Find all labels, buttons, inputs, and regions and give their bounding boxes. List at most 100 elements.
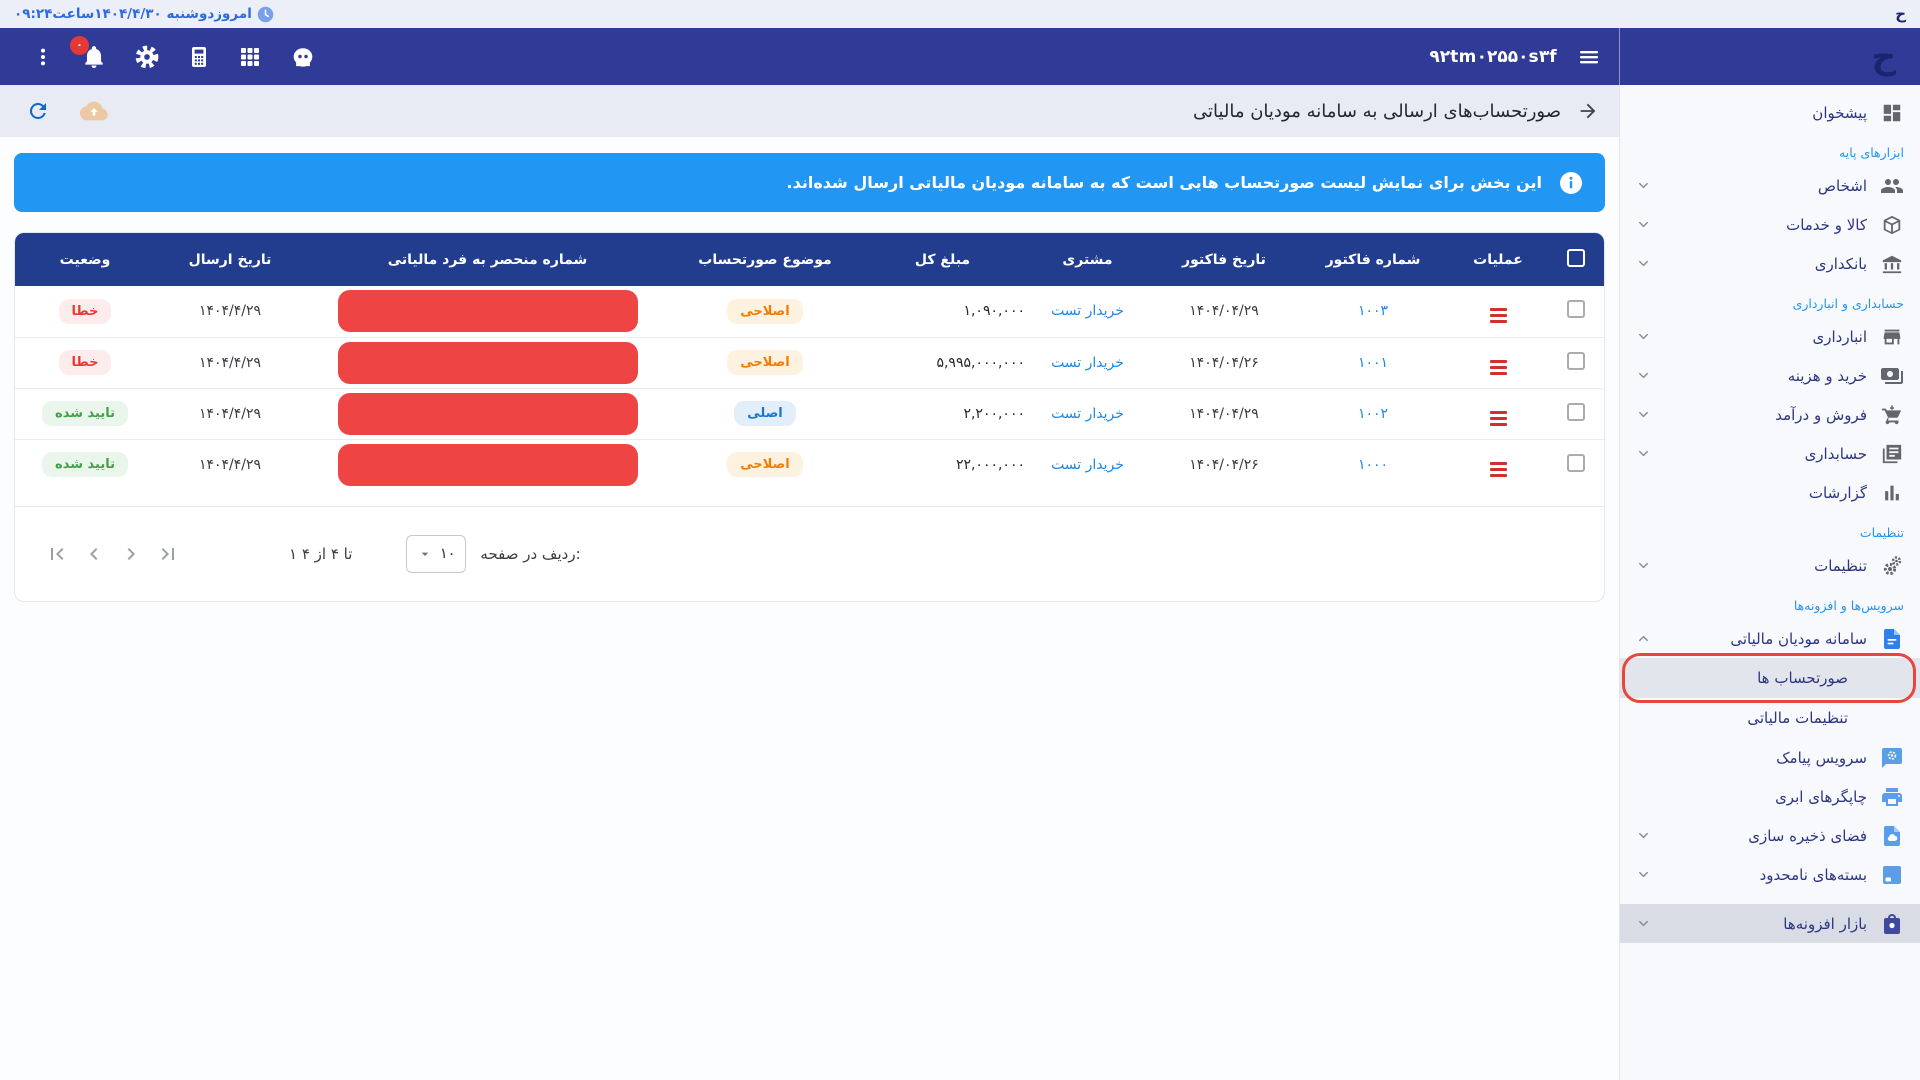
row-checkbox[interactable] xyxy=(1567,403,1585,421)
customer-link[interactable]: خریدار تست xyxy=(1051,406,1124,422)
column-header: مشتری xyxy=(1025,233,1150,286)
notification-badge: ۰ xyxy=(70,36,89,55)
customer-link[interactable]: خریدار تست xyxy=(1051,457,1124,473)
sidebar-item[interactable]: چاپگرهای ابری xyxy=(1620,777,1920,816)
sidebar-item[interactable]: بانکداری xyxy=(1620,244,1920,283)
invoice-number-cell: ۱۰۰۲ xyxy=(1298,388,1448,439)
column-header: موضوع صورتحساب xyxy=(670,233,860,286)
select-all-checkbox[interactable] xyxy=(1567,249,1585,267)
column-header: شماره منحصر به فرد مالیاتی xyxy=(305,233,670,286)
sidebar-section-label: سرویس‌ها و افزونه‌ها xyxy=(1620,585,1920,619)
customer-link[interactable]: خریدار تست xyxy=(1051,303,1124,319)
sidebar-item[interactable]: سامانه مودیان مالیاتی xyxy=(1620,619,1920,658)
addon-market-icon xyxy=(1880,912,1904,936)
row-actions-icon[interactable] xyxy=(1490,411,1507,426)
row-checkbox[interactable] xyxy=(1567,454,1585,472)
invoice-number-link[interactable]: ۱۰۰۲ xyxy=(1358,406,1388,422)
chevron-down-icon xyxy=(1636,558,1651,573)
menu-toggle-icon[interactable] xyxy=(1577,45,1601,69)
sidebar-item[interactable]: بازار افزونه‌ها xyxy=(1620,904,1920,943)
row-operations-cell xyxy=(1448,337,1548,388)
row-operations-cell xyxy=(1448,286,1548,337)
package-icon xyxy=(1880,213,1904,237)
settings-gear-icon[interactable] xyxy=(134,44,160,70)
row-checkbox[interactable] xyxy=(1567,352,1585,370)
tax-uid-cell xyxy=(305,388,670,439)
sidebar-item[interactable]: بسته‌های نامحدود xyxy=(1620,855,1920,894)
page-header-actions xyxy=(20,97,108,125)
info-banner: این بخش برای نمایش لیست صورتحساب هایی اس… xyxy=(14,153,1605,212)
table-body: ۱۰۰۳ ۱۴۰۴/۰۴/۲۹ خریدار تست ۱,۰۹۰,۰۰۰ اصلاحی ۱… xyxy=(15,286,1604,490)
next-page-icon[interactable] xyxy=(119,542,143,566)
bank-icon xyxy=(1880,252,1904,276)
invoice-number-cell: ۱۰۰۳ xyxy=(1298,286,1448,337)
row-actions-icon[interactable] xyxy=(1490,462,1507,477)
cloud-upload-icon[interactable] xyxy=(80,97,108,125)
settings-gears-icon xyxy=(1880,554,1904,578)
first-page-icon[interactable] xyxy=(45,542,69,566)
chevron-down-icon xyxy=(1636,446,1651,461)
status-cell: تایید شده xyxy=(15,439,155,490)
row-checkbox[interactable] xyxy=(1567,300,1585,318)
table-header-row: عملیاتشماره فاکتورتاریخ فاکتورمشتریمبلغ … xyxy=(15,233,1604,286)
sidebar-item[interactable]: خرید و هزینه xyxy=(1620,356,1920,395)
sidebar: پیشخوانابزارهای پایهاشخاصکالا و خدماتبان… xyxy=(1619,85,1920,1080)
prev-page-icon[interactable] xyxy=(82,542,106,566)
total-amount-cell: ۵,۹۹۵,۰۰۰,۰۰۰ xyxy=(860,337,1025,388)
expense-icon xyxy=(1880,364,1904,388)
apps-grid-icon[interactable] xyxy=(238,45,262,69)
customer-link[interactable]: خریدار تست xyxy=(1051,355,1124,371)
chevron-down-icon xyxy=(1636,407,1651,422)
row-select-cell xyxy=(1548,388,1604,439)
subject-badge: اصلاحی xyxy=(727,452,802,477)
invoice-date-cell: ۱۴۰۴/۰۴/۲۹ xyxy=(1150,286,1298,337)
rows-per-page-select[interactable]: ۱۰ xyxy=(406,535,466,573)
refresh-icon[interactable] xyxy=(26,99,50,123)
subject-badge: اصلاحی xyxy=(727,299,802,324)
invoice-number-link[interactable]: ۱۰۰۳ xyxy=(1358,303,1388,319)
datetime-text: امروزدوشنبه ۱۴۰۴/۴/۳۰ساعت۰۹:۲۴ xyxy=(14,6,252,22)
content-area: این بخش برای نمایش لیست صورتحساب هایی اس… xyxy=(0,137,1619,1080)
sidebar-item[interactable]: فروش و درآمد xyxy=(1620,395,1920,434)
total-amount-cell: ۱,۰۹۰,۰۰۰ xyxy=(860,286,1025,337)
assistant-robot-icon[interactable] xyxy=(289,43,317,71)
sidebar-subitem[interactable]: تنظیمات مالیاتی xyxy=(1620,698,1920,738)
sidebar-item[interactable]: حسابداری xyxy=(1620,434,1920,473)
sms-icon xyxy=(1880,746,1904,770)
redacted-tax-uid-block xyxy=(338,290,638,332)
sidebar-item[interactable]: تنظیمات xyxy=(1620,546,1920,585)
sidebar-item[interactable]: فضای ذخیره سازی xyxy=(1620,816,1920,855)
pagination-range: ۱ تا ۴ از ۴ xyxy=(289,545,352,563)
sidebar-item[interactable]: پیشخوان xyxy=(1620,93,1920,132)
sidebar-item[interactable]: انبارداری xyxy=(1620,317,1920,356)
status-badge: خطا xyxy=(59,299,112,324)
page-title: صورتحساب‌های ارسالی به سامانه مودیان مال… xyxy=(1193,101,1561,122)
invoices-table: عملیاتشماره فاکتورتاریخ فاکتورمشتریمبلغ … xyxy=(15,233,1604,490)
sidebar-item[interactable]: کالا و خدمات xyxy=(1620,205,1920,244)
invoice-number-link[interactable]: ۱۰۰۰ xyxy=(1358,457,1388,473)
row-actions-icon[interactable] xyxy=(1490,308,1507,323)
sidebar-item-label: سرویس پیامک xyxy=(1776,749,1867,767)
last-page-icon[interactable] xyxy=(156,542,180,566)
sidebar-subitem-label: تنظیمات مالیاتی xyxy=(1747,709,1848,727)
info-icon xyxy=(1559,171,1583,195)
invoices-card: عملیاتشماره فاکتورتاریخ فاکتورمشتریمبلغ … xyxy=(14,232,1605,602)
sidebar-item[interactable]: اشخاص xyxy=(1620,166,1920,205)
status-cell: خطا xyxy=(15,286,155,337)
kebab-menu-icon[interactable] xyxy=(32,46,54,68)
sidebar-subitem[interactable]: صورتحساب ها xyxy=(1620,658,1920,698)
back-arrow-icon[interactable] xyxy=(1577,100,1599,122)
send-date-cell: ۱۴۰۴/۴/۲۹ xyxy=(155,388,305,439)
chevron-down-icon xyxy=(1636,916,1651,931)
chevron-down-icon xyxy=(1636,867,1651,882)
sidebar-item-label: سامانه مودیان مالیاتی xyxy=(1730,630,1867,648)
sidebar-item[interactable]: سرویس پیامک xyxy=(1620,738,1920,777)
invoice-date-cell: ۱۴۰۴/۰۴/۲۹ xyxy=(1150,388,1298,439)
notifications-bell-icon[interactable]: ۰ xyxy=(81,44,107,70)
sidebar-item[interactable]: گزارشات xyxy=(1620,473,1920,512)
invoice-number-link[interactable]: ۱۰۰۱ xyxy=(1358,355,1388,371)
body-row: پیشخوانابزارهای پایهاشخاصکالا و خدماتبان… xyxy=(0,85,1920,1080)
calculator-icon[interactable] xyxy=(187,45,211,69)
main-area: صورتحساب‌های ارسالی به سامانه مودیان مال… xyxy=(0,85,1619,1080)
row-actions-icon[interactable] xyxy=(1490,360,1507,375)
